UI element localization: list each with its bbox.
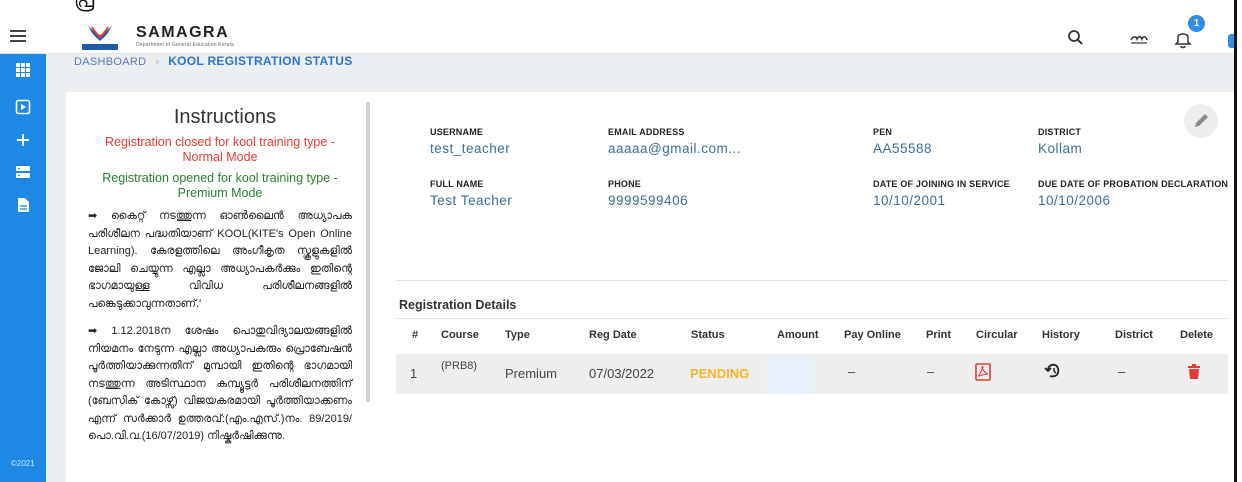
pdf-icon[interactable] xyxy=(974,363,992,381)
district-field: DISTRICT Kollam xyxy=(1038,127,1082,156)
col-history: History xyxy=(1042,329,1080,341)
pencil-icon xyxy=(1195,114,1208,127)
open-notice: Registration opened for kool training ty… xyxy=(102,171,338,200)
samagra-logo[interactable] xyxy=(80,23,120,51)
notification-badge: 1 xyxy=(1188,15,1205,32)
doj-label: DATE OF JOINING IN SERVICE xyxy=(873,179,1010,189)
col-delete: Delete xyxy=(1180,329,1214,341)
instructions-panel[interactable]: Instructions Registration closed for koo… xyxy=(66,92,366,482)
app-window: പ്ര SAMAGRA Department of General Educat… xyxy=(0,0,1242,482)
col-circular: Circular xyxy=(976,329,1018,341)
copyright-text: ©2021 xyxy=(11,459,35,468)
row-print[interactable]: – xyxy=(927,364,934,379)
play-box-icon[interactable] xyxy=(15,99,31,115)
row-course: (PRB8) xyxy=(441,360,478,372)
window-border xyxy=(1234,0,1237,482)
row-type: Premium xyxy=(505,366,558,381)
col-amount: Amount xyxy=(777,329,819,341)
row-pay-online[interactable]: – xyxy=(848,364,855,379)
probation-field: DUE DATE OF PROBATION DECLARATION 10/10/… xyxy=(1038,179,1228,208)
document-icon[interactable] xyxy=(15,197,31,213)
doj-value: 10/10/2001 xyxy=(873,193,946,208)
col-district: District xyxy=(1115,329,1153,341)
phone-field: PHONE 9999599406 xyxy=(608,179,688,208)
col-type: Type xyxy=(505,329,530,341)
table-top-border xyxy=(396,318,1228,319)
instructions-title: Instructions xyxy=(173,106,277,128)
probation-value: 10/10/2006 xyxy=(1038,193,1111,208)
hamburger-icon[interactable] xyxy=(10,27,32,47)
pen-value: AA55588 xyxy=(873,141,933,156)
email-label: EMAIL ADDRESS xyxy=(608,127,685,137)
breadcrumb-dashboard[interactable]: DASHBOARD xyxy=(74,56,146,68)
list-card-icon[interactable] xyxy=(15,164,31,180)
section-divider xyxy=(396,280,1228,281)
instruction-paragraph-2: ➡ 1.12.2018ന ശേഷം പൊതുവിദ്യാലയങ്ങളിൽ നിയ… xyxy=(88,325,352,442)
fullname-field: FULL NAME Test Teacher xyxy=(430,179,512,208)
col-status: Status xyxy=(691,329,725,341)
row-status: PENDING xyxy=(690,366,750,381)
instruction-paragraph-1: ➡ കൈറ്റ് നടത്തുന്ന ഓൺലൈൻ അധ്യാപക പരിശീലന… xyxy=(88,210,352,310)
probation-label: DUE DATE OF PROBATION DECLARATION xyxy=(1038,179,1229,189)
username-label: USERNAME xyxy=(430,127,484,137)
email-field: EMAIL ADDRESS aaaaa@gmail.com... xyxy=(608,127,741,156)
col-course: Course xyxy=(441,329,479,341)
trash-icon[interactable] xyxy=(1187,364,1201,380)
registration-card: Instructions Registration closed for koo… xyxy=(66,92,1234,482)
apps-grid-icon[interactable] xyxy=(15,62,31,78)
fullname-value: Test Teacher xyxy=(430,193,513,208)
top-header: SAMAGRA Department of General Education … xyxy=(0,15,1234,54)
district-label: DISTRICT xyxy=(1038,127,1082,137)
brand-name: SAMAGRA xyxy=(136,24,230,41)
col-index: # xyxy=(412,329,419,341)
district-value: Kollam xyxy=(1038,141,1083,156)
username-value: test_teacher xyxy=(430,141,511,156)
row-district: – xyxy=(1118,364,1126,379)
username-field: USERNAME test_teacher xyxy=(430,127,510,156)
phone-label: PHONE xyxy=(608,179,642,189)
row-index: 1 xyxy=(410,366,418,381)
closed-notice: Registration closed for kool training ty… xyxy=(105,135,335,164)
col-pay-online: Pay Online xyxy=(844,329,901,341)
user-avatar-edge[interactable] xyxy=(1228,34,1234,48)
email-value: aaaaa@gmail.com... xyxy=(608,141,742,156)
row-reg-date: 07/03/2022 xyxy=(589,366,655,381)
breadcrumb: DASHBOARD › KOOL REGISTRATION STATUS xyxy=(74,54,353,74)
pen-field: PEN AA55588 xyxy=(873,127,932,156)
amount-cell xyxy=(766,357,813,394)
phone-value: 9999599406 xyxy=(608,193,689,208)
fullname-label: FULL NAME xyxy=(430,179,484,189)
doj-field: DATE OF JOINING IN SERVICE 10/10/2001 xyxy=(873,179,1010,208)
instructions-scrollbar[interactable] xyxy=(366,102,370,402)
search-icon[interactable] xyxy=(1065,27,1087,49)
edit-profile-button[interactable] xyxy=(1184,104,1218,138)
col-print: Print xyxy=(926,329,952,341)
language-icon[interactable] xyxy=(1128,27,1150,49)
top-clipped-text: പ്ര xyxy=(0,0,1242,20)
clipped-malayalam-text: പ്ര xyxy=(74,0,95,12)
col-reg-date: Reg Date xyxy=(589,329,637,341)
history-icon[interactable] xyxy=(1044,362,1062,380)
sidebar: ©2021 xyxy=(0,54,46,482)
registration-title: Registration Details xyxy=(399,298,517,312)
plus-icon[interactable] xyxy=(15,132,31,148)
breadcrumb-separator: › xyxy=(155,56,160,68)
brand-subtitle: Department of General Education Kerala xyxy=(136,42,234,48)
pen-label: PEN xyxy=(873,127,893,137)
main-content: DASHBOARD › KOOL REGISTRATION STATUS Ins… xyxy=(46,54,1234,482)
breadcrumb-current: KOOL REGISTRATION STATUS xyxy=(168,54,353,68)
